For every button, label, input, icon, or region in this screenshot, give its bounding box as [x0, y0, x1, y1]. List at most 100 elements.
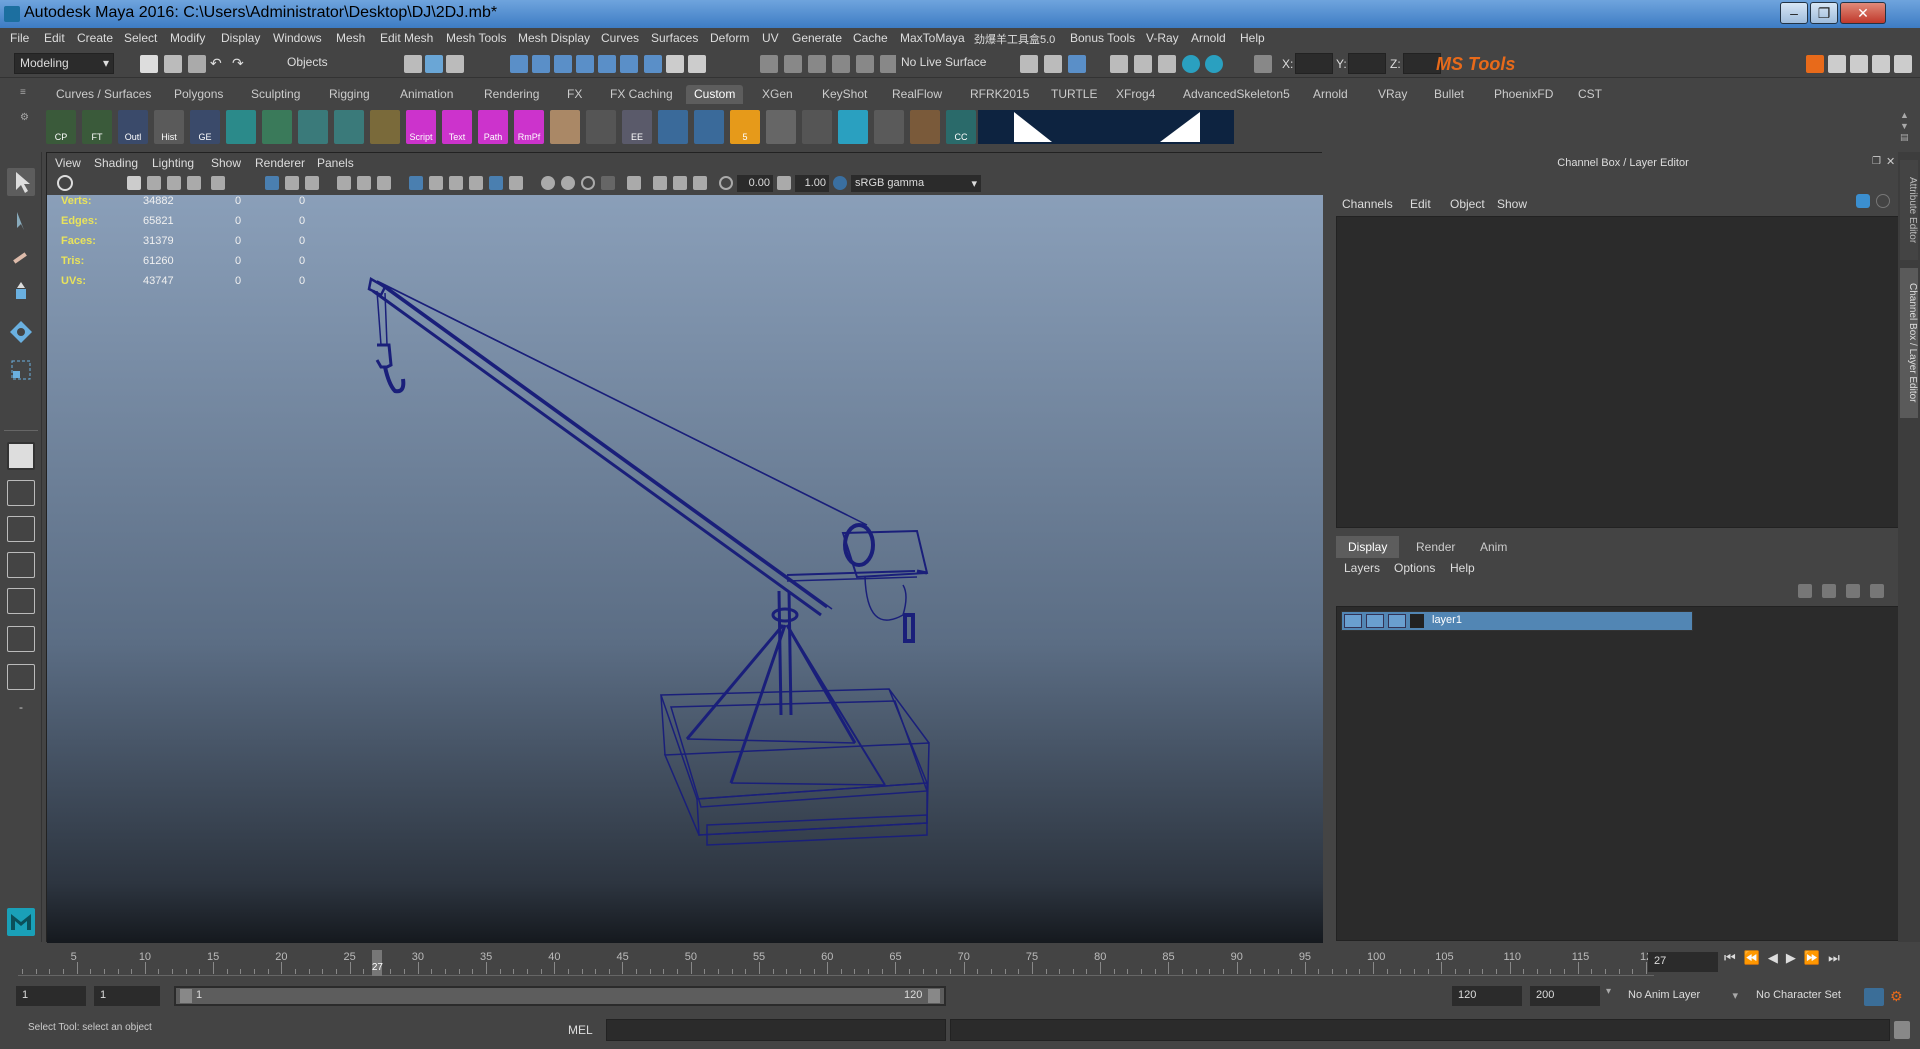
layer-tab-display[interactable]: Display	[1336, 536, 1400, 558]
hud-toggle-icon[interactable]	[693, 176, 707, 190]
current-frame-marker[interactable]: 27	[371, 950, 383, 976]
shelf-button-14[interactable]	[550, 110, 580, 144]
menu-arnold[interactable]: Arnold	[1191, 31, 1226, 45]
time-slider-track[interactable]: 5 10 15 20 25 30 35 40 45 50 55 60 65 70 75 80 85 90 95 100…	[18, 950, 1658, 976]
shelf-tab-realflow[interactable]: RealFlow	[884, 85, 950, 104]
display-render-icon[interactable]	[1158, 55, 1176, 73]
lasso-icon[interactable]	[784, 55, 802, 73]
film-gate-icon[interactable]	[285, 176, 299, 190]
input-mode-icon[interactable]	[1254, 55, 1272, 73]
shelf-scroll-icon[interactable]: ▲ ▼ ▤	[1900, 110, 1914, 144]
shelf-tab-curves-surfaces[interactable]: Curves / Surfaces	[48, 85, 159, 104]
persp-outliner-layout-icon[interactable]	[7, 516, 35, 542]
select-component-icon[interactable]	[446, 55, 464, 73]
shelf-button-9[interactable]	[370, 110, 400, 144]
color-management-icon[interactable]	[833, 176, 847, 190]
layer-move-down-icon[interactable]	[1822, 584, 1836, 598]
shelf-button-7[interactable]	[298, 110, 328, 144]
ms-tool-2-icon[interactable]	[1828, 55, 1846, 73]
range-slider-track[interactable]: 1 120	[174, 986, 946, 1006]
anim-layer-dropdown[interactable]: No Anim Layer ▾	[1622, 986, 1740, 1006]
character-set-dropdown[interactable]: No Character Set	[1750, 986, 1860, 1006]
auto-key-icon[interactable]	[1864, 988, 1884, 1006]
shelf-button-22[interactable]	[838, 110, 868, 144]
soft-select-icon[interactable]	[856, 55, 874, 73]
shelf-tab-arnold[interactable]: Arnold	[1305, 85, 1356, 104]
layer-menu-layers[interactable]: Layers	[1344, 561, 1380, 575]
custom-layout-icon[interactable]	[7, 664, 35, 690]
animation-end-field[interactable]: 200	[1530, 986, 1600, 1006]
shelf-tab-phoenixfd[interactable]: PhoenixFD	[1486, 85, 1561, 104]
step-forward-key-icon[interactable]: ⏩	[1804, 950, 1828, 965]
menu-windows[interactable]: Windows	[273, 31, 322, 45]
layout-menu-icon[interactable]: -	[7, 700, 35, 720]
animation-start-field[interactable]: 1	[16, 986, 86, 1006]
smooth-shade-icon[interactable]	[429, 176, 443, 190]
symmetry-icon[interactable]	[832, 55, 850, 73]
shelf-button-16[interactable]: EE	[622, 110, 652, 144]
menu-select[interactable]: Select	[124, 31, 157, 45]
camera-attrs-icon[interactable]	[127, 176, 141, 190]
new-scene-icon[interactable]	[140, 55, 158, 73]
layer-tab-render[interactable]: Render	[1404, 536, 1467, 558]
persp-graph-layout-icon[interactable]	[7, 552, 35, 578]
shelf-button-10[interactable]: Script	[406, 110, 436, 144]
shelf-menu-icon[interactable]: ≡	[20, 87, 32, 101]
xray-joints-icon[interactable]	[653, 176, 667, 190]
anti-alias-icon[interactable]	[601, 176, 615, 190]
menu-deform[interactable]: Deform	[710, 31, 749, 45]
shelf-button-11[interactable]: Text	[442, 110, 472, 144]
layer-visibility-toggle[interactable]	[1344, 614, 1362, 628]
render-globe-icon[interactable]	[1182, 55, 1200, 73]
lock-icon[interactable]	[666, 55, 684, 73]
shelf-tab-cst[interactable]: CST	[1570, 85, 1610, 104]
vp-menu-view[interactable]: View	[55, 156, 81, 170]
grid-icon[interactable]	[265, 176, 279, 190]
layer-color-swatch[interactable]	[1410, 614, 1424, 628]
ipr-globe-icon[interactable]	[1205, 55, 1223, 73]
range-handle-right[interactable]	[928, 989, 940, 1003]
vp-menu-show[interactable]: Show	[211, 156, 241, 170]
shelf-tab-rfrk2015[interactable]: RFRK2015	[962, 85, 1037, 104]
grease-pencil-icon[interactable]	[211, 176, 225, 190]
shelf-button-6[interactable]	[262, 110, 292, 144]
render-view-icon[interactable]	[1020, 55, 1038, 73]
menu-toolbox-cn[interactable]: 劲爆羊工具盒5.0	[974, 31, 1055, 47]
save-scene-icon[interactable]	[188, 55, 206, 73]
shelf-button-24[interactable]	[910, 110, 940, 144]
single-perspective-layout-icon[interactable]	[7, 442, 35, 470]
layer-display-type-toggle[interactable]	[1388, 614, 1406, 628]
help-icon[interactable]	[644, 55, 662, 73]
cb-menu-edit[interactable]: Edit	[1410, 197, 1431, 211]
2d-pan-icon[interactable]	[187, 176, 201, 190]
layer-tab-anim[interactable]: Anim	[1468, 536, 1519, 558]
cb-menu-channels[interactable]: Channels	[1342, 197, 1393, 211]
snap-view-icon[interactable]	[576, 55, 594, 73]
xray-icon[interactable]	[489, 176, 503, 190]
snap-pivot-icon[interactable]	[620, 55, 638, 73]
pick-icon[interactable]	[688, 55, 706, 73]
select-hierarchy-icon[interactable]	[404, 55, 422, 73]
menu-vray[interactable]: V-Ray	[1146, 31, 1179, 45]
layer-menu-options[interactable]: Options	[1394, 561, 1435, 575]
vp-menu-panels[interactable]: Panels	[317, 156, 354, 170]
scale-tool-icon[interactable]	[7, 356, 35, 384]
render-settings-icon[interactable]	[1134, 55, 1152, 73]
script-language-label[interactable]: MEL	[568, 1023, 593, 1037]
menu-edit-mesh[interactable]: Edit Mesh	[380, 31, 433, 45]
move-tool-icon[interactable]	[7, 280, 35, 308]
new-layer-icon[interactable]	[1846, 584, 1860, 598]
ambient-occlusion-icon[interactable]	[561, 176, 575, 190]
select-tool-icon[interactable]	[7, 168, 35, 196]
four-view-layout-icon[interactable]	[7, 480, 35, 506]
menu-generate[interactable]: Generate	[792, 31, 842, 45]
shelf-tab-vray[interactable]: VRay	[1370, 85, 1415, 104]
close-panel-icon[interactable]: ✕	[1886, 155, 1898, 168]
shelf-tab-animation[interactable]: Animation	[392, 85, 461, 104]
menu-help[interactable]: Help	[1240, 31, 1265, 45]
shelf-button-21[interactable]	[802, 110, 832, 144]
menu-display[interactable]: Display	[221, 31, 260, 45]
view-transform-dropdown[interactable]: sRGB gamma ▾	[851, 175, 981, 192]
menu-file[interactable]: File	[10, 31, 29, 45]
menu-surfaces[interactable]: Surfaces	[651, 31, 698, 45]
